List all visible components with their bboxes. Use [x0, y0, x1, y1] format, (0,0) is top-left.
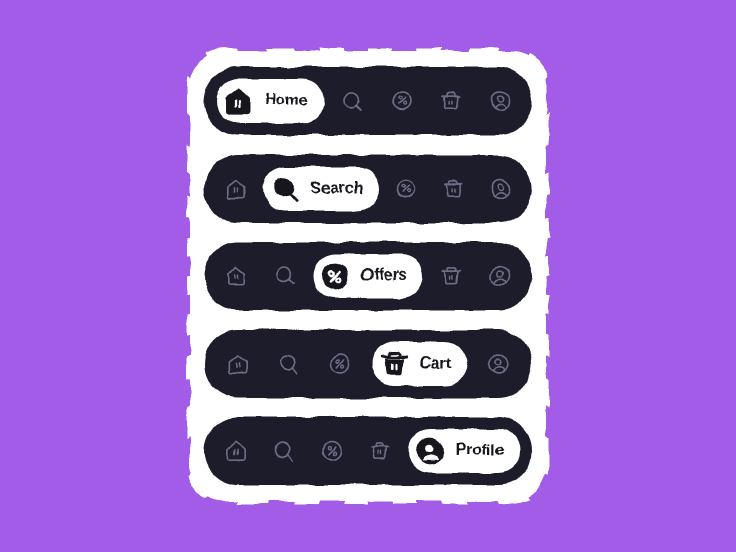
- nav-item-cart[interactable]: [360, 429, 400, 473]
- percent-icon: [318, 259, 352, 293]
- home-icon: [219, 172, 253, 206]
- nav-item-cart[interactable]: [431, 254, 471, 298]
- nav-item-profile[interactable]: [480, 79, 520, 123]
- nav-item-offers[interactable]: Offers: [313, 254, 423, 298]
- nav-item-cart[interactable]: [433, 167, 473, 211]
- sticker-card: Home Search Offers Cart Profile: [190, 51, 546, 501]
- nav-item-profile[interactable]: [480, 254, 520, 298]
- nav-item-offers[interactable]: [320, 342, 360, 386]
- nav-item-search[interactable]: [265, 254, 305, 298]
- nav-item-search[interactable]: Search: [262, 166, 379, 211]
- percent-icon: [389, 172, 423, 206]
- canvas: Home Search Offers Cart Profile: [0, 0, 736, 552]
- basket-icon: [434, 84, 468, 118]
- nav-item-label: Cart: [419, 354, 451, 372]
- nav-item-profile[interactable]: Profile: [407, 429, 521, 473]
- nav-item-offers[interactable]: [312, 429, 352, 473]
- nav-item-label: Home: [264, 92, 309, 109]
- search-icon: [267, 434, 301, 468]
- navbar-offers-active: Offers: [204, 242, 532, 310]
- navbar-home-active: Home: [204, 67, 532, 135]
- home-icon: [219, 434, 253, 468]
- profile-icon: [413, 434, 447, 468]
- search-icon: [268, 172, 302, 206]
- profile-icon: [483, 172, 517, 206]
- nav-item-offers[interactable]: [386, 167, 426, 211]
- nav-item-home[interactable]: [218, 342, 258, 386]
- nav-item-profile[interactable]: [480, 167, 520, 211]
- nav-item-offers[interactable]: [382, 79, 422, 123]
- basket-icon: [377, 347, 411, 381]
- search-icon: [272, 347, 306, 381]
- nav-item-profile[interactable]: [478, 342, 518, 386]
- home-icon: [221, 84, 255, 118]
- search-icon: [336, 84, 370, 118]
- nav-item-search[interactable]: [333, 79, 373, 123]
- nav-item-cart[interactable]: Cart: [371, 341, 467, 386]
- profile-icon: [481, 347, 515, 381]
- nav-item-home[interactable]: [216, 167, 256, 211]
- nav-item-label: Profile: [455, 442, 505, 459]
- basket-icon: [363, 434, 397, 468]
- percent-icon: [385, 84, 419, 118]
- nav-item-cart[interactable]: [431, 79, 471, 123]
- nav-item-label: Offers: [361, 267, 407, 284]
- nav-item-home[interactable]: Home: [216, 79, 325, 123]
- home-icon: [221, 347, 255, 381]
- nav-item-search[interactable]: [264, 429, 304, 473]
- percent-icon: [323, 347, 357, 381]
- nav-item-home[interactable]: [216, 429, 256, 473]
- profile-icon: [483, 84, 517, 118]
- nav-item-search[interactable]: [269, 342, 309, 386]
- navbar-profile-active: Profile: [204, 417, 532, 485]
- percent-icon: [315, 434, 349, 468]
- nav-item-label: Search: [310, 179, 363, 197]
- home-icon: [219, 259, 253, 293]
- search-icon: [268, 259, 302, 293]
- navbar-cart-active: Cart: [204, 329, 532, 398]
- basket-icon: [436, 172, 470, 206]
- nav-item-home[interactable]: [216, 254, 256, 298]
- profile-icon: [483, 259, 517, 293]
- basket-icon: [434, 259, 468, 293]
- navbar-search-active: Search: [204, 154, 532, 223]
